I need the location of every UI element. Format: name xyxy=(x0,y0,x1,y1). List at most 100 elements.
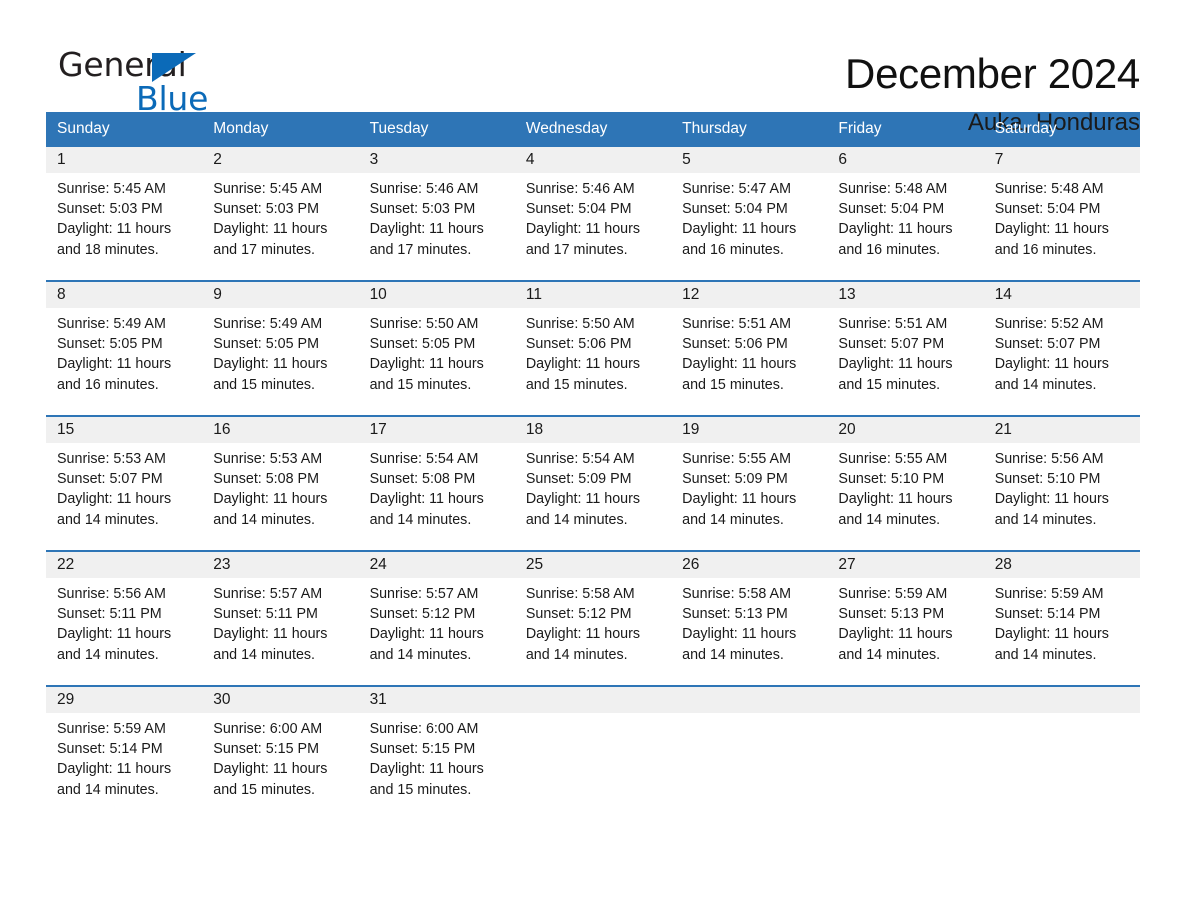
calendar-day-cell[interactable]: 22 Sunrise: 5:56 AM Sunset: 5:11 PM Dayligh… xyxy=(46,550,203,686)
day-number xyxy=(827,687,984,713)
calendar-day-cell[interactable]: 8 Sunrise: 5:49 AM Sunset: 5:05 PM Daylight… xyxy=(46,280,203,416)
calendar-day-cell[interactable]: 2 Sunrise: 5:45 AM Sunset: 5:03 PM Daylight… xyxy=(202,147,359,281)
calendar-week-row: 22 Sunrise: 5:56 AM Sunset: 5:11 PM Dayligh… xyxy=(46,550,1140,686)
daylight-duration-line1: Daylight: 11 hours xyxy=(213,761,328,778)
day-cell-inner: 25 Sunrise: 5:58 AM Sunset: 5:12 PM Dayligh… xyxy=(514,552,672,685)
sunset-time: Sunset: 5:08 PM xyxy=(213,471,319,488)
calendar-day-cell[interactable]: 23 Sunrise: 5:57 AM Sunset: 5:11 PM Dayligh… xyxy=(202,550,359,686)
calendar-day-cell[interactable]: 30 Sunrise: 6:00 AM Sunset: 5:15 PM Dayligh… xyxy=(202,685,359,820)
day-cell-inner: 17 Sunrise: 5:54 AM Sunset: 5:08 PM Dayligh… xyxy=(358,417,515,550)
sunrise-time: Sunrise: 5:57 AM xyxy=(213,586,323,602)
day-number xyxy=(671,687,828,713)
day-number: 17 xyxy=(358,417,515,443)
calendar-day-cell[interactable]: 12 Sunrise: 5:51 AM Sunset: 5:06 PM Dayligh… xyxy=(671,280,828,416)
daylight-duration-line1: Daylight: 11 hours xyxy=(213,356,328,373)
daylight-duration-line2: and 15 minutes. xyxy=(682,376,784,393)
day-number: 16 xyxy=(202,417,359,443)
sunset-time: Sunset: 5:07 PM xyxy=(838,336,945,353)
daylight-duration-line2: and 17 minutes. xyxy=(525,241,628,258)
page-title: December 2024 xyxy=(845,50,1140,97)
calendar-day-cell[interactable]: 24 Sunrise: 5:57 AM Sunset: 5:12 PM Dayligh… xyxy=(358,550,515,686)
calendar-day-cell[interactable]: 7 Sunrise: 5:48 AM Sunset: 5:04 PM Daylight… xyxy=(983,147,1140,281)
sunset-time: Sunset: 5:15 PM xyxy=(213,741,319,758)
calendar-day-cell[interactable]: 31 Sunrise: 6:00 AM Sunset: 5:15 PM Dayligh… xyxy=(358,685,515,820)
calendar-day-cell[interactable]: 4 Sunrise: 5:46 AM Sunset: 5:04 PM Daylight… xyxy=(514,147,672,281)
day-number: 12 xyxy=(671,282,828,308)
day-cell-inner: 10 Sunrise: 5:50 AM Sunset: 5:05 PM Dayligh… xyxy=(358,282,515,415)
calendar-day-cell[interactable]: 26 Sunrise: 5:58 AM Sunset: 5:13 PM Dayligh… xyxy=(671,550,828,686)
calendar-day-cell[interactable]: 20 Sunrise: 5:55 AM Sunset: 5:10 PM Dayligh… xyxy=(827,415,984,551)
calendar-day-cell[interactable]: 25 Sunrise: 5:58 AM Sunset: 5:12 PM Dayligh… xyxy=(514,550,672,686)
calendar-day-cell[interactable]: 9 Sunrise: 5:49 AM Sunset: 5:05 PM Daylight… xyxy=(202,280,359,416)
calendar-day-cell[interactable]: 5 Sunrise: 5:47 AM Sunset: 5:04 PM Daylight… xyxy=(671,147,828,281)
sunrise-time: Sunrise: 5:53 AM xyxy=(57,451,166,467)
day-details: Sunrise: 5:55 AM Sunset: 5:10 PM Daylight:… xyxy=(827,443,983,530)
day-cell-inner: 22 Sunrise: 5:56 AM Sunset: 5:11 PM Dayligh… xyxy=(46,552,203,685)
calendar-day-cell[interactable]: 1 Sunrise: 5:45 AM Sunset: 5:03 PM Daylight… xyxy=(46,147,203,281)
calendar-day-cell[interactable]: 16 Sunrise: 5:53 AM Sunset: 5:08 PM Dayligh… xyxy=(202,415,359,551)
calendar-day-cell[interactable]: 19 Sunrise: 5:55 AM Sunset: 5:09 PM Dayligh… xyxy=(671,415,828,551)
daylight-duration-line1: Daylight: 11 hours xyxy=(682,221,797,238)
sunset-time: Sunset: 5:08 PM xyxy=(369,471,476,488)
day-details xyxy=(827,713,983,719)
daylight-duration-line2: and 14 minutes. xyxy=(994,646,1097,663)
day-details: Sunrise: 6:00 AM Sunset: 5:15 PM Daylight:… xyxy=(359,713,515,800)
sunrise-time: Sunrise: 6:00 AM xyxy=(213,721,323,737)
day-number: 8 xyxy=(46,282,203,308)
page-header: General Blue December 2024 Auka, Hondura… xyxy=(0,0,1188,137)
logo-triangle-icon xyxy=(152,53,196,82)
calendar-day-cell[interactable]: 28 Sunrise: 5:59 AM Sunset: 5:14 PM Dayligh… xyxy=(983,550,1140,686)
day-details: Sunrise: 5:51 AM Sunset: 5:07 PM Daylight:… xyxy=(827,308,983,395)
day-details: Sunrise: 6:00 AM Sunset: 5:15 PM Daylight:… xyxy=(202,713,358,800)
weekday-header-tuesday: Tuesday xyxy=(358,112,515,147)
generalblue-logo[interactable]: General Blue xyxy=(58,46,268,118)
title-block: December 2024 Auka, Honduras xyxy=(845,46,1140,140)
calendar-day-cell[interactable]: 11 Sunrise: 5:50 AM Sunset: 5:06 PM Dayligh… xyxy=(514,280,672,416)
calendar-day-cell[interactable]: 17 Sunrise: 5:54 AM Sunset: 5:08 PM Dayligh… xyxy=(358,415,515,551)
calendar-week-row: 15 Sunrise: 5:53 AM Sunset: 5:07 PM Dayligh… xyxy=(46,415,1140,551)
day-number: 29 xyxy=(46,687,203,713)
daylight-duration-line2: and 14 minutes. xyxy=(57,781,159,798)
sunrise-time: Sunrise: 5:58 AM xyxy=(525,586,635,602)
calendar-day-cell[interactable]: 10 Sunrise: 5:50 AM Sunset: 5:05 PM Dayligh… xyxy=(358,280,515,416)
day-cell-inner: 13 Sunrise: 5:51 AM Sunset: 5:07 PM Dayligh… xyxy=(827,282,984,415)
daylight-duration-line2: and 16 minutes. xyxy=(994,241,1097,258)
day-number: 14 xyxy=(983,282,1140,308)
day-number: 11 xyxy=(514,282,672,308)
daylight-duration-line1: Daylight: 11 hours xyxy=(369,491,484,508)
daylight-duration-line2: and 15 minutes. xyxy=(369,376,472,393)
daylight-duration-line1: Daylight: 11 hours xyxy=(57,761,172,778)
day-details: Sunrise: 5:59 AM Sunset: 5:14 PM Daylight:… xyxy=(984,578,1140,665)
day-details: Sunrise: 5:54 AM Sunset: 5:08 PM Daylight:… xyxy=(359,443,515,530)
sunrise-time: Sunrise: 5:55 AM xyxy=(838,451,948,467)
day-cell-inner: 18 Sunrise: 5:54 AM Sunset: 5:09 PM Dayligh… xyxy=(514,417,672,550)
daylight-duration-line1: Daylight: 11 hours xyxy=(525,221,641,238)
daylight-duration-line2: and 14 minutes. xyxy=(213,646,316,663)
day-details: Sunrise: 5:53 AM Sunset: 5:07 PM Daylight:… xyxy=(46,443,202,530)
sunrise-time: Sunrise: 5:55 AM xyxy=(682,451,791,467)
calendar-day-cell[interactable]: 3 Sunrise: 5:46 AM Sunset: 5:03 PM Daylight… xyxy=(358,147,515,281)
day-cell-inner: 9 Sunrise: 5:49 AM Sunset: 5:05 PM Daylight… xyxy=(202,282,359,415)
day-details: Sunrise: 5:50 AM Sunset: 5:06 PM Daylight:… xyxy=(515,308,671,395)
daylight-duration-line2: and 17 minutes. xyxy=(213,241,316,258)
calendar-day-cell[interactable]: 27 Sunrise: 5:59 AM Sunset: 5:13 PM Dayligh… xyxy=(827,550,984,686)
calendar-day-cell[interactable]: 29 Sunrise: 5:59 AM Sunset: 5:14 PM Dayligh… xyxy=(46,685,203,820)
calendar-day-cell[interactable]: 14 Sunrise: 5:52 AM Sunset: 5:07 PM Dayligh… xyxy=(983,280,1140,416)
daylight-duration-line1: Daylight: 11 hours xyxy=(57,626,172,643)
day-cell-inner: 8 Sunrise: 5:49 AM Sunset: 5:05 PM Daylight… xyxy=(46,282,203,415)
calendar-day-cell[interactable]: 21 Sunrise: 5:56 AM Sunset: 5:10 PM Dayligh… xyxy=(983,415,1140,551)
calendar-day-cell[interactable]: 13 Sunrise: 5:51 AM Sunset: 5:07 PM Dayligh… xyxy=(827,280,984,416)
day-cell-inner: 5 Sunrise: 5:47 AM Sunset: 5:04 PM Daylight… xyxy=(671,147,828,280)
day-cell-inner: 3 Sunrise: 5:46 AM Sunset: 5:03 PM Daylight… xyxy=(358,147,515,280)
daylight-duration-line1: Daylight: 11 hours xyxy=(525,491,641,508)
calendar-day-cell[interactable]: 15 Sunrise: 5:53 AM Sunset: 5:07 PM Dayligh… xyxy=(46,415,203,551)
sunrise-time: Sunrise: 5:56 AM xyxy=(57,586,166,602)
day-number: 24 xyxy=(358,552,515,578)
day-cell-inner xyxy=(671,687,828,820)
day-details: Sunrise: 5:45 AM Sunset: 5:03 PM Daylight:… xyxy=(202,173,358,260)
day-number: 4 xyxy=(514,147,672,173)
calendar-day-cell[interactable]: 6 Sunrise: 5:48 AM Sunset: 5:04 PM Daylight… xyxy=(827,147,984,281)
sunset-time: Sunset: 5:14 PM xyxy=(57,741,163,758)
day-details xyxy=(984,713,1140,719)
calendar-day-cell[interactable]: 18 Sunrise: 5:54 AM Sunset: 5:09 PM Dayligh… xyxy=(514,415,672,551)
